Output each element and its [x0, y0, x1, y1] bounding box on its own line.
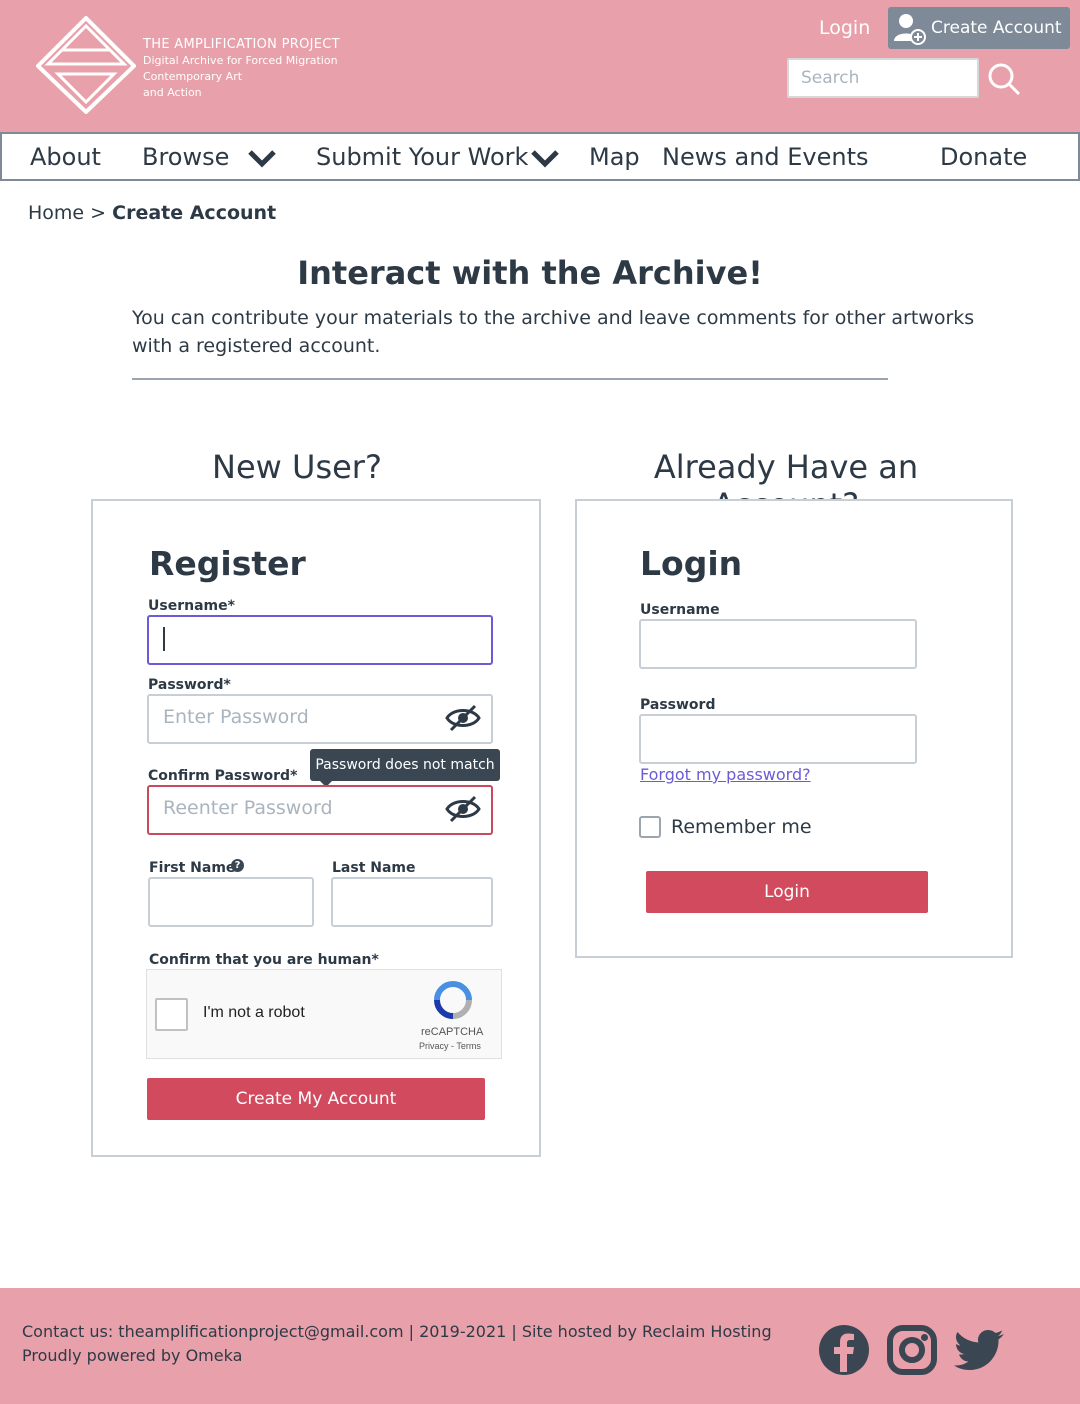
- search-input[interactable]: Search: [787, 58, 979, 98]
- logo-text[interactable]: THE AMPLIFICATION PROJECT Digital Archiv…: [143, 37, 340, 101]
- add-user-icon: [894, 14, 926, 45]
- facebook-icon[interactable]: [818, 1324, 870, 1376]
- nav-news-and-events[interactable]: News and Events: [662, 142, 869, 172]
- breadcrumb: Home > Create Account: [28, 202, 276, 224]
- register-password-input[interactable]: Enter Password: [147, 694, 493, 744]
- logo-subtitle-3: and Action: [143, 86, 202, 99]
- login-password-label: Password: [640, 697, 716, 713]
- remember-me-checkbox[interactable]: [639, 816, 661, 838]
- create-my-account-button[interactable]: Create My Account: [147, 1078, 485, 1120]
- page-title: Interact with the Archive!: [297, 254, 763, 292]
- chevron-down-icon[interactable]: [530, 149, 560, 169]
- password-placeholder: Enter Password: [163, 706, 309, 728]
- header-create-account-button[interactable]: Create Account: [888, 7, 1070, 49]
- nav-submit-your-work[interactable]: Submit Your Work: [316, 142, 528, 172]
- login-heading: Login: [640, 544, 743, 583]
- password-mismatch-tooltip: Password does not match: [310, 749, 500, 787]
- eye-slash-icon[interactable]: [445, 793, 481, 825]
- confirm-password-placeholder: Reenter Password: [163, 797, 333, 819]
- main-nav: About Browse Submit Your Work Map News a…: [0, 132, 1080, 181]
- nav-about[interactable]: About: [30, 142, 101, 172]
- last-name-label: Last Name: [332, 860, 416, 876]
- register-username-input[interactable]: [147, 615, 493, 665]
- login-password-input[interactable]: [639, 714, 917, 764]
- footer-line-2: Proudly powered by Omeka: [22, 1346, 243, 1365]
- logo-title: THE AMPLIFICATION PROJECT: [143, 37, 340, 52]
- logo-subtitle-1: Digital Archive for Forced Migration: [143, 54, 338, 67]
- confirm-password-label: Confirm Password*: [148, 768, 298, 784]
- recaptcha-label: I'm not a robot: [203, 1004, 305, 1021]
- last-name-input[interactable]: [331, 877, 493, 927]
- login-username-label: Username: [640, 602, 720, 618]
- help-icon[interactable]: ?: [231, 859, 244, 872]
- register-confirm-password-input[interactable]: Reenter Password: [147, 785, 493, 835]
- header-login-link[interactable]: Login: [819, 16, 870, 40]
- twitter-icon[interactable]: [954, 1324, 1006, 1376]
- recaptcha-logo-icon: [434, 981, 472, 1019]
- site-header: THE AMPLIFICATION PROJECT Digital Archiv…: [0, 0, 1080, 132]
- breadcrumb-home[interactable]: Home >: [28, 202, 106, 224]
- site-footer: Contact us: theamplificationproject@gmai…: [0, 1288, 1080, 1404]
- first-name-label: First Name: [149, 860, 236, 876]
- nav-donate[interactable]: Donate: [940, 142, 1027, 172]
- footer-text: Contact us: theamplificationproject@gmai…: [22, 1320, 772, 1368]
- text-caret: [163, 627, 165, 651]
- nav-map[interactable]: Map: [589, 142, 640, 172]
- register-heading: Register: [149, 544, 306, 583]
- footer-line-1: Contact us: theamplificationproject@gmai…: [22, 1322, 772, 1341]
- forgot-password-link[interactable]: Forgot my password?: [640, 765, 811, 784]
- recaptcha-terms-link[interactable]: Privacy - Terms: [419, 1041, 481, 1051]
- username-label: Username*: [148, 598, 235, 614]
- divider: [132, 378, 888, 380]
- intro-text: You can contribute your materials to the…: [132, 307, 975, 357]
- first-name-input[interactable]: [148, 877, 314, 927]
- remember-me-label[interactable]: Remember me: [671, 816, 812, 838]
- logo-subtitle-2: Contemporary Art: [143, 70, 243, 83]
- breadcrumb-current: Create Account: [112, 202, 277, 224]
- login-username-input[interactable]: [639, 619, 917, 669]
- login-button[interactable]: Login: [646, 871, 928, 913]
- nav-browse[interactable]: Browse: [142, 142, 229, 172]
- recaptcha-widget: I'm not a robot reCAPTCHA Privacy - Term…: [146, 969, 502, 1059]
- logo-icon[interactable]: [36, 16, 136, 114]
- chevron-down-icon[interactable]: [247, 149, 277, 169]
- instagram-icon[interactable]: [886, 1324, 938, 1376]
- create-account-label: Create Account: [931, 18, 1062, 38]
- recaptcha-brand: reCAPTCHA: [421, 1026, 484, 1038]
- human-confirm-label: Confirm that you are human*: [149, 952, 379, 968]
- eye-slash-icon[interactable]: [445, 702, 481, 734]
- search-icon[interactable]: [987, 62, 1021, 96]
- new-user-heading: New User?: [212, 448, 382, 486]
- password-label: Password*: [148, 677, 231, 693]
- recaptcha-checkbox[interactable]: [155, 998, 188, 1031]
